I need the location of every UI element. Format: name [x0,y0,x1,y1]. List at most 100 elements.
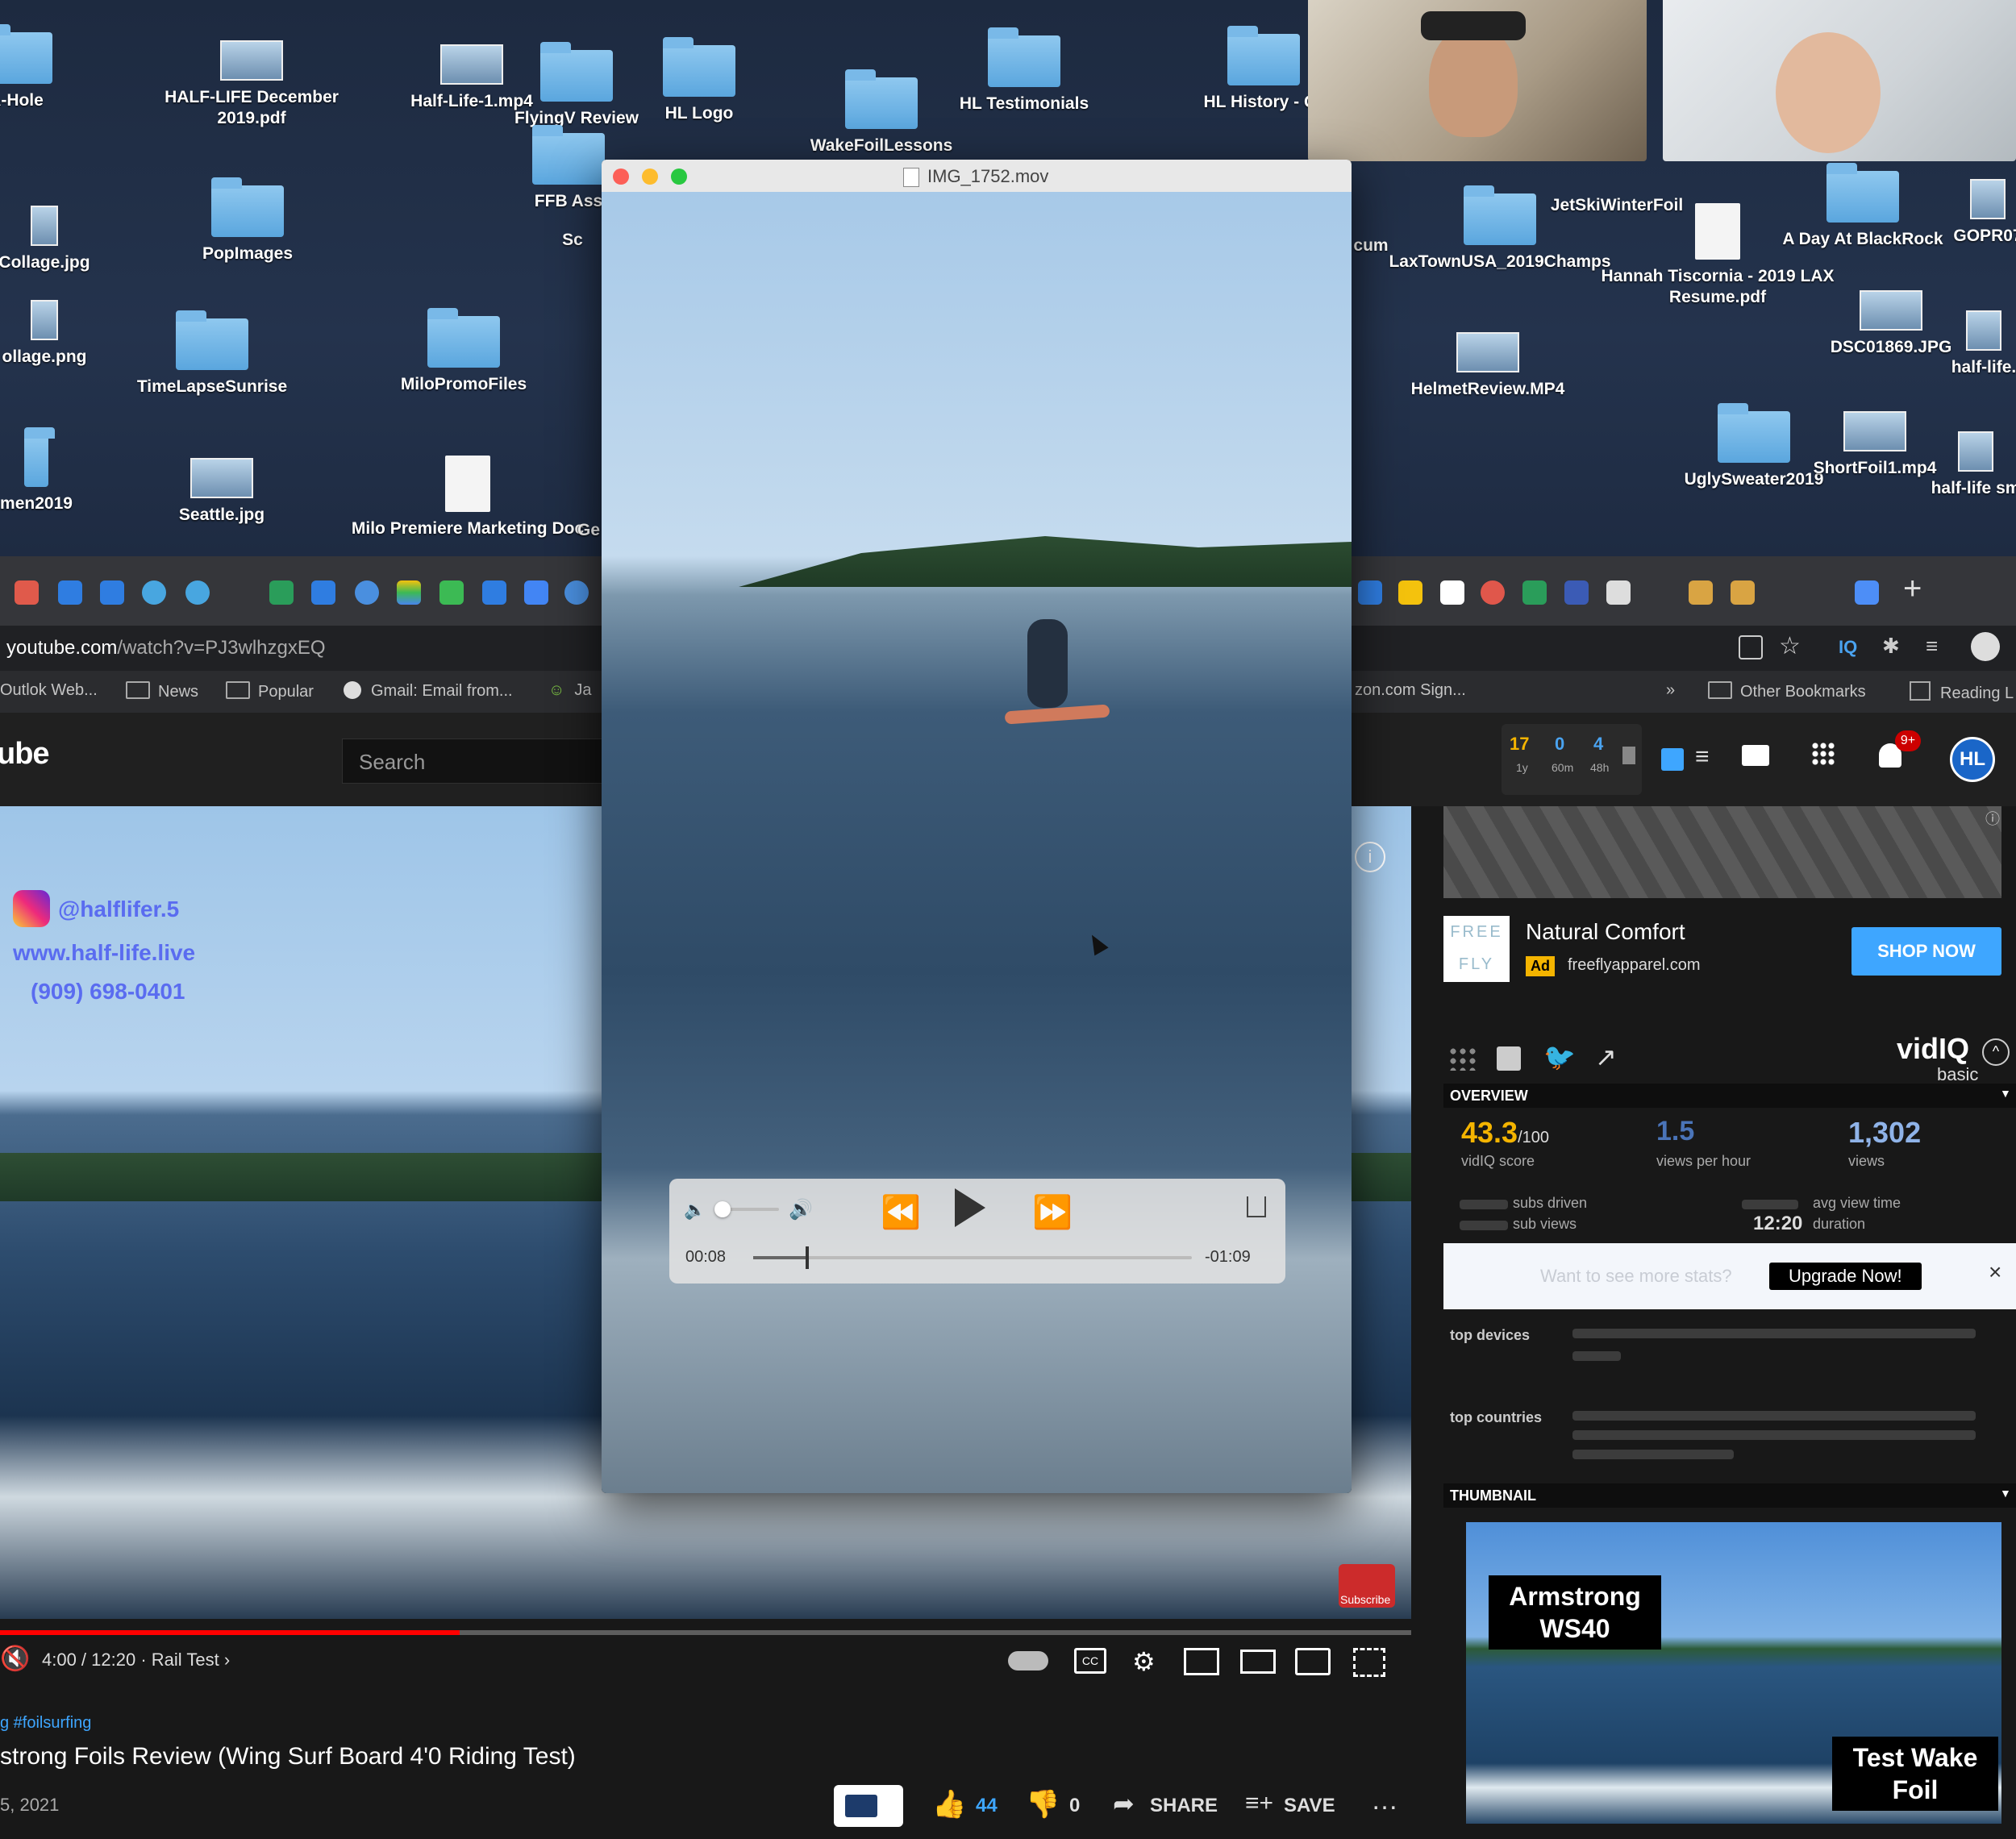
extension-icon[interactable] [1855,580,1879,605]
share-icon[interactable]: ➦ [1113,1788,1135,1819]
vidiq-button[interactable] [834,1785,903,1827]
google-drive-icon[interactable] [397,580,421,605]
new-tab-button[interactable]: + [1903,571,1922,607]
fullscreen-icon[interactable] [1353,1648,1385,1677]
ad-title[interactable]: Natural Comfort [1526,919,1685,945]
bookmarks-overflow[interactable]: » [1666,681,1675,700]
youtube-logo[interactable]: ube [0,737,50,772]
bookmark-item[interactable]: Outlok Web... [0,681,98,700]
desktop-icon[interactable]: Sc [540,230,605,251]
phone-icon[interactable] [1522,580,1547,605]
apps-grid-icon[interactable] [1811,742,1835,766]
avatar[interactable]: HL [1950,737,1995,782]
extension-icon[interactable] [1606,580,1631,605]
extension-icon[interactable] [15,580,39,605]
desktop-icon[interactable]: HALF-LIFE December 2019.pdf [159,40,344,129]
play-icon[interactable] [955,1188,985,1227]
bookmark-item[interactable]: News [126,681,198,701]
desktop-icon[interactable]: HL Logo [606,37,792,124]
theater-icon[interactable] [1240,1650,1276,1674]
scrubber-track[interactable] [753,1246,1192,1269]
desktop-icon[interactable]: HelmetReview.MP4 [1395,332,1581,400]
extension-icon[interactable] [1564,580,1589,605]
bookmark-item[interactable]: zon.com Sign... [1355,681,1466,700]
autoplay-toggle[interactable] [1008,1651,1048,1670]
close-window-button[interactable] [613,169,629,185]
window-titlebar[interactable]: IMG_1752.mov [602,160,1352,192]
progress-bar[interactable] [0,1630,1411,1635]
install-icon[interactable] [1739,635,1763,659]
more-options-icon[interactable]: … [1371,1785,1398,1816]
extension-icon[interactable] [1481,580,1505,605]
desktop-icon[interactable]: GOPR07 [1927,179,2016,247]
grid-icon[interactable] [1448,1046,1477,1071]
bookmark-item[interactable]: Gmail: Email from... [344,681,513,701]
desktop-icon[interactable]: half-life. [1927,310,2016,378]
fast-forward-icon[interactable]: ⏩ [1032,1193,1073,1231]
video-thumbnail[interactable]: Armstrong WS40 Test Wake Foil [1466,1522,2001,1824]
upgrade-button[interactable]: Upgrade Now! [1769,1263,1922,1290]
desktop-icon[interactable]: ollage.png [0,300,137,368]
twitter-icon[interactable]: 🐦 [1543,1042,1576,1072]
star-icon[interactable]: ☆ [1779,632,1801,660]
bookmark-item[interactable]: Reading L [1910,681,2014,703]
desktop-icon[interactable]: Seattle.jpg [129,458,314,526]
playhead[interactable] [806,1246,810,1269]
desktop-icon[interactable]: PopImages [155,177,340,264]
reading-list-icon[interactable]: ≡ [1926,634,1938,659]
info-icon[interactable]: i [1355,842,1385,872]
volume-low-icon[interactable]: 🔈 [684,1200,706,1221]
desktop-icon[interactable]: Collage.jpg [0,206,137,273]
thumbnail-header[interactable]: THUMBNAIL ▼ [1443,1483,2016,1508]
dislike-icon[interactable]: 👎 [1026,1788,1060,1820]
settings-icon[interactable]: ⚙ [1132,1646,1156,1677]
minimize-window-button[interactable] [642,169,658,185]
movie-frame[interactable] [602,192,1352,1493]
hashtags[interactable]: g #foilsurfing [0,1714,91,1733]
extension-icon[interactable] [1358,580,1382,605]
captions-icon[interactable]: CC [1074,1648,1106,1674]
extension-icon[interactable] [439,580,464,605]
plane-icon[interactable] [1731,580,1755,605]
create-video-icon[interactable] [1742,745,1769,766]
overview-header[interactable]: OVERVIEW ▼ [1443,1084,2016,1108]
zoom-window-button[interactable] [671,169,687,185]
chapter-label[interactable]: Rail Test [152,1650,219,1670]
save-icon[interactable]: ≡+ [1245,1790,1273,1817]
plane-icon[interactable] [1689,580,1713,605]
bookmark-item[interactable]: Popular [226,681,314,701]
rewind-icon[interactable]: ⏪ [881,1193,921,1231]
ad-domain[interactable]: freeflyapparel.com [1568,956,1701,975]
desktop-icon[interactable]: men2019 [0,427,129,514]
dropbox-icon[interactable] [482,580,506,605]
save-button[interactable]: SAVE [1284,1795,1335,1817]
info-icon[interactable]: ⓘ [1985,808,2000,829]
like-icon[interactable]: 👍 [932,1788,966,1820]
puzzle-icon[interactable]: ✱ [1882,634,1900,659]
menu-icon[interactable]: ≡ [1695,743,1710,771]
pencil-icon[interactable] [1398,580,1422,605]
close-icon[interactable]: × [1989,1259,2001,1285]
quicktime-player-window[interactable]: IMG_1752.mov 🔈 🔊 ⏪ ⏩ 00:08 -01:09 [602,160,1352,1493]
desktop-icon[interactable]: HL Testimonials [931,27,1117,114]
bookmark-item[interactable]: ☺ Ja [548,681,592,700]
extension-icon[interactable] [142,580,166,605]
extension-icon[interactable] [185,580,210,605]
share-icon[interactable] [1247,1196,1266,1217]
onedrive-icon[interactable] [564,580,589,605]
profile-avatar[interactable] [1971,632,2000,661]
desktop-icon[interactable]: half-life sm [1911,431,2016,499]
dropbox-icon[interactable] [311,580,335,605]
vidiq-play-icon[interactable] [1661,748,1684,771]
desktop-icon[interactable]: Milo Premiere Marketing Doc [339,456,597,539]
search-input[interactable]: Search [342,739,618,784]
bookmark-item[interactable]: Other Bookmarks [1708,681,1866,701]
volume-high-icon[interactable]: 🔊 [789,1198,813,1221]
volume-slider[interactable] [714,1201,779,1217]
desktop-icon[interactable]: A-Hole [0,24,109,111]
dropbox-icon[interactable] [58,580,82,605]
mute-icon[interactable]: 🔇 [0,1645,30,1673]
chart-icon[interactable] [1497,1046,1521,1071]
ad-brand-logo[interactable]: FREE FLY [1443,916,1510,982]
desktop-icon[interactable]: MiloPromoFiles [371,308,556,395]
